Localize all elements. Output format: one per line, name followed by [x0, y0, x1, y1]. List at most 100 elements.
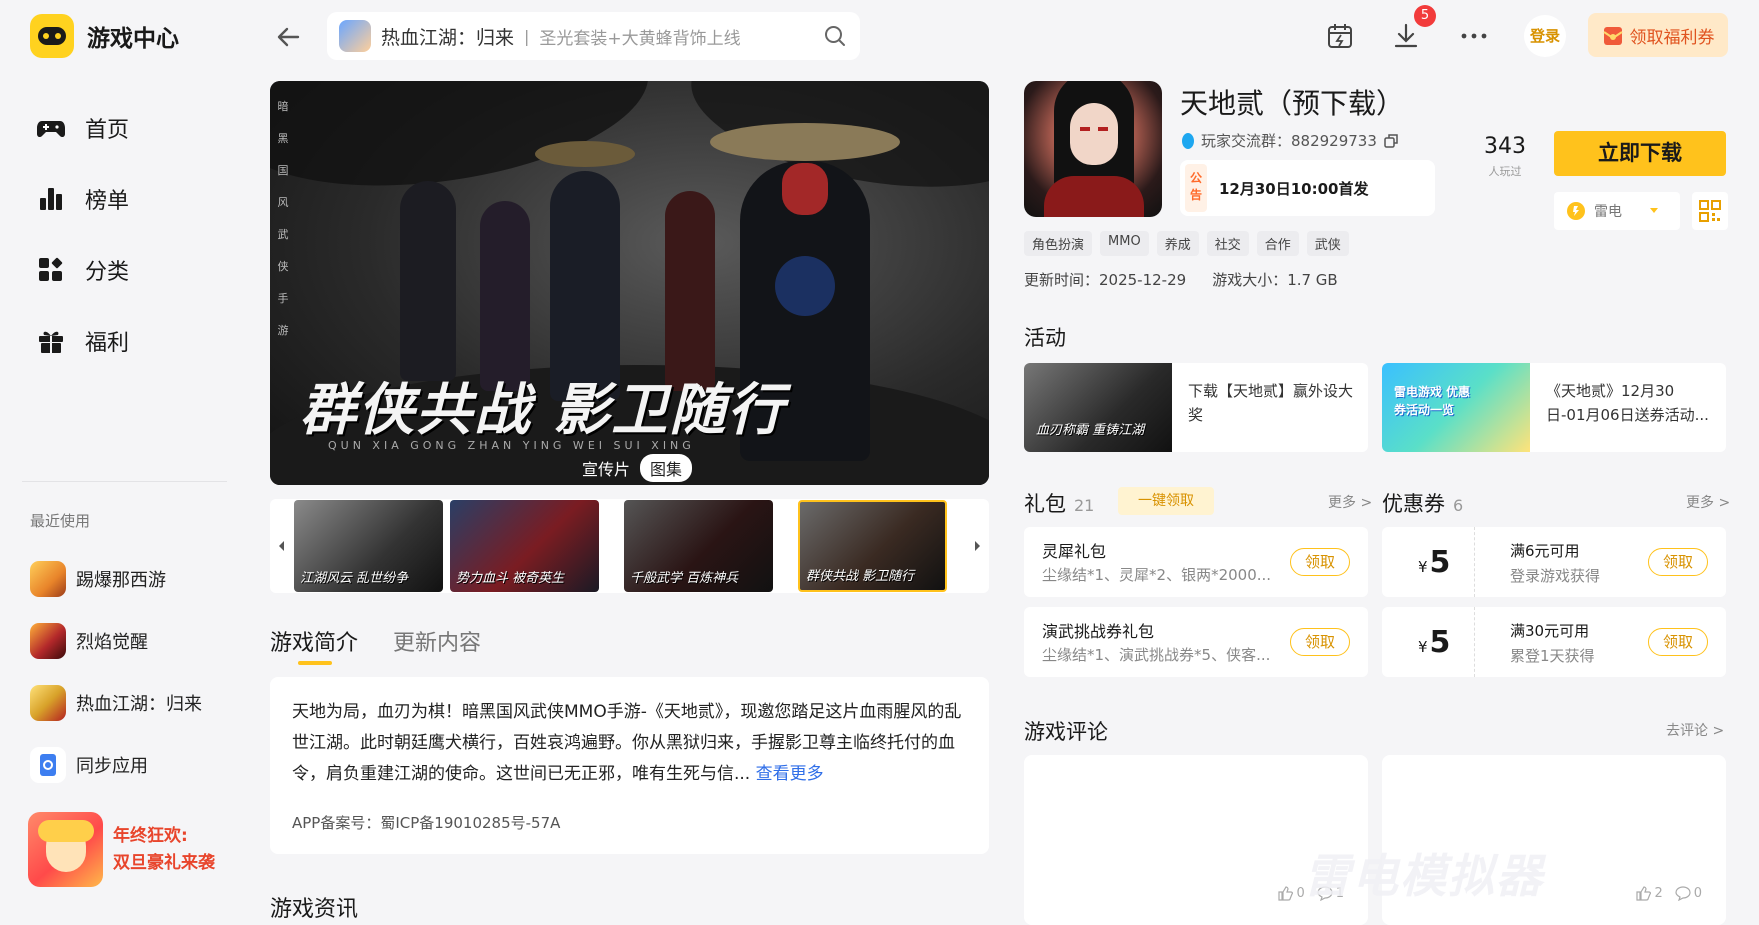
thumbnail-2[interactable]: 势力血斗 被奇英生: [450, 500, 599, 592]
recent-label: 热血江湖：归来: [76, 694, 202, 715]
nav-item-category[interactable]: 分类: [34, 234, 129, 305]
robe-shape: [1044, 176, 1144, 217]
red-envelope-icon: [1602, 27, 1623, 45]
claim-all-button[interactable]: 一键领取: [1118, 487, 1214, 515]
game-name: 天地贰（预下载）: [1180, 87, 1405, 120]
like-button[interactable]: 2: [1635, 885, 1663, 901]
tab-video[interactable]: 宣传片: [572, 454, 640, 482]
banner-title: 群侠共战 影卫随行: [300, 377, 786, 443]
claim-button[interactable]: 领取: [1290, 628, 1350, 656]
activity-image: 雷电游戏 优惠券活动一览: [1382, 363, 1530, 452]
search-separator: |: [524, 26, 530, 46]
platform-select[interactable]: 雷电: [1554, 192, 1680, 230]
vertical-char: 国: [277, 164, 289, 177]
nav-item-welfare[interactable]: 福利: [34, 305, 129, 376]
comment-count: 0: [1693, 885, 1702, 901]
thumbnail-label: 势力血斗 被奇英生: [456, 571, 565, 586]
banner-vertical-text: 暗 黑 国 风 武 侠 手 游: [276, 91, 290, 347]
activity-card-2[interactable]: 雷电游戏 优惠券活动一览 《天地贰》12月30日-01月06日送券活动...: [1382, 363, 1726, 452]
nav-label: 福利: [85, 330, 130, 356]
sidebar: 游戏中心 首页 榜单 分类 福利 最近使用 踢爆那西游 烈焰觉醒 热血江湖：归来…: [0, 0, 248, 925]
claim-button[interactable]: 领取: [1648, 548, 1708, 576]
tag[interactable]: 武侠: [1306, 231, 1349, 256]
emulator-watermark: 雷电模拟器: [1304, 849, 1544, 903]
write-review-link[interactable]: 去评论 >: [1666, 720, 1724, 740]
media-banner[interactable]: 暗 黑 国 风 武 侠 手 游 群侠共战 影卫随行 QUN XIA GONG Z…: [270, 81, 989, 485]
activity-image: 血刃称霸 重铸江湖: [1024, 363, 1172, 452]
tab-intro[interactable]: 游戏简介: [270, 625, 358, 665]
thumbnail-label: 江湖风云 乱世纷争: [300, 571, 409, 586]
gift-desc: 尘缘结*1、演武挑战券*5、侠客...: [1042, 646, 1271, 664]
comment-button[interactable]: 0: [1675, 885, 1702, 901]
recent-item-xiyou[interactable]: 踢爆那西游: [30, 548, 202, 610]
chevron-right-icon: [975, 541, 980, 551]
thumb-next-button[interactable]: [971, 533, 985, 559]
search-icon[interactable]: [824, 25, 846, 47]
calendar-button[interactable]: [1322, 18, 1358, 54]
download-button[interactable]: 立即下载: [1554, 131, 1726, 176]
recent-label: 同步应用: [76, 756, 148, 777]
vertical-char: 风: [277, 196, 289, 209]
recent-item-sync[interactable]: 同步应用: [30, 734, 202, 796]
welfare-coupon-button[interactable]: 领取福利券: [1588, 13, 1728, 57]
coupon-desc: 登录游戏获得: [1510, 567, 1601, 585]
recent-item-rexue[interactable]: 热血江湖：归来: [30, 672, 202, 734]
platform-label: 雷电: [1594, 204, 1622, 220]
nav-label: 首页: [85, 117, 130, 143]
nav-item-ranking[interactable]: 榜单: [34, 163, 129, 234]
activity-image-label: 雷电游戏 优惠券活动一览: [1394, 385, 1471, 417]
game-icon: [30, 623, 66, 659]
tag[interactable]: 社交: [1206, 231, 1249, 256]
tab-gallery[interactable]: 图集: [640, 454, 693, 482]
announcement[interactable]: 公告 12月30日10:00首发: [1180, 160, 1435, 216]
character-figure: [665, 191, 715, 391]
qr-code-button[interactable]: [1692, 192, 1728, 230]
welfare-label: 领取福利券: [1629, 27, 1715, 48]
sidebar-divider: [22, 481, 227, 482]
claim-button[interactable]: 领取: [1648, 628, 1708, 656]
gifts-more-link[interactable]: 更多 >: [1328, 492, 1372, 512]
copy-icon[interactable]: [1383, 133, 1399, 149]
comment-icon: [1675, 886, 1691, 901]
thumbnail-3[interactable]: 千般武学 百炼神兵: [624, 500, 773, 592]
promo-banner[interactable]: 年终狂欢: 双旦豪礼来袭: [28, 812, 215, 887]
tag[interactable]: MMO: [1100, 231, 1149, 256]
description-text: 天地为局，血刃为棋！暗黑国风武侠MMO手游-《天地贰》，现邀您踏足这片血雨腥风的…: [292, 697, 970, 790]
activity-text: 《天地贰》12月30日-01月06日送券活动...: [1546, 382, 1709, 424]
chevron-left-icon: [279, 541, 284, 551]
recent-item-lieyan[interactable]: 烈焰觉醒: [30, 610, 202, 672]
tag[interactable]: 养成: [1156, 231, 1199, 256]
gift-card-1: 灵犀礼包 尘缘结*1、灵犀*2、银两*2000... 领取: [1024, 527, 1368, 597]
back-button[interactable]: [272, 22, 306, 52]
coupon-divider: [1474, 527, 1475, 597]
promo-image: [28, 812, 103, 887]
thumbnail-4[interactable]: 群侠共战 影卫随行: [798, 500, 947, 592]
qq-group-label: 玩家交流群：882929733: [1201, 132, 1377, 150]
thumbnail-1[interactable]: 江湖风云 乱世纷争: [294, 500, 443, 592]
tab-updates[interactable]: 更新内容: [393, 625, 481, 657]
login-button[interactable]: 登录: [1524, 15, 1566, 57]
search-input[interactable]: 热血江湖：归来 | 圣光套装+大黄蜂背饰上线: [327, 12, 860, 60]
see-more-link[interactable]: 查看更多: [756, 764, 824, 784]
game-meta: 更新时间：2025-12-29 游戏大小：1.7 GB: [1024, 269, 1338, 290]
tag[interactable]: 合作: [1256, 231, 1299, 256]
game-cover: [1024, 81, 1162, 217]
claim-button[interactable]: 领取: [1290, 548, 1350, 576]
more-options-button[interactable]: [1456, 18, 1492, 54]
thumb-prev-button[interactable]: [274, 533, 288, 559]
coupons-title: 优惠券 6: [1382, 488, 1463, 518]
sync-app-icon: [30, 747, 66, 783]
gift-card-2: 演武挑战券礼包 尘缘结*1、演武挑战券*5、侠客... 领取: [1024, 607, 1368, 677]
thumbnail-strip: 江湖风云 乱世纷争 势力血斗 被奇英生 千般武学 百炼神兵 群侠共战 影卫随行: [270, 499, 989, 593]
play-count: 343: [1484, 134, 1526, 159]
activity-card-1[interactable]: 血刃称霸 重铸江湖 下载【天地贰】赢外设大奖: [1024, 363, 1368, 452]
coupons-more-link[interactable]: 更多 >: [1686, 492, 1730, 512]
gifts-title-label: 礼包: [1024, 492, 1066, 516]
app-logo[interactable]: 游戏中心: [30, 14, 179, 58]
recent-list: 踢爆那西游 烈焰觉醒 热血江湖：归来 同步应用: [30, 548, 202, 796]
nav-item-home[interactable]: 首页: [34, 92, 129, 163]
tag[interactable]: 角色扮演: [1024, 231, 1093, 256]
qq-group[interactable]: 玩家交流群：882929733: [1180, 130, 1399, 151]
category-icon: [34, 253, 68, 287]
like-button[interactable]: 0: [1277, 885, 1305, 901]
